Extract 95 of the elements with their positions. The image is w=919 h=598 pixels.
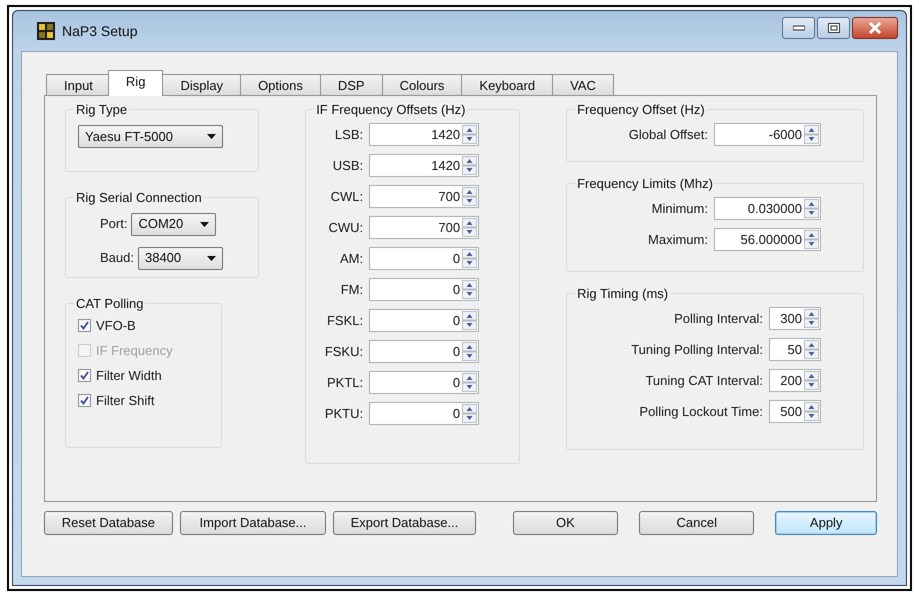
group-title: Frequency Limits (Mhz): [576, 176, 714, 191]
tab[interactable]: Rig: [108, 70, 164, 96]
spin-field[interactable]: 700: [369, 216, 480, 239]
group-title: Rig Serial Connection: [75, 190, 203, 205]
tab[interactable]: DSP: [320, 74, 383, 96]
spin-arrows-icon: [804, 125, 819, 144]
field-label: Polling Lockout Time:: [639, 402, 763, 421]
field-label: Polling Interval:: [674, 310, 763, 328]
spin-field[interactable]: 300: [768, 307, 821, 330]
field-label: FSKL:: [326, 312, 364, 330]
maximize-icon: [828, 23, 840, 33]
spin-arrows-icon: [462, 342, 478, 361]
spin-arrows-icon: [462, 249, 478, 268]
spin-arrows-icon: [462, 280, 478, 299]
field-label: PKTL:: [326, 374, 364, 392]
maximize-button[interactable]: [817, 17, 850, 39]
spin-arrows-icon: [462, 218, 478, 237]
field-label: CWU:: [328, 218, 364, 237]
checkbox-label: Filter Width: [96, 366, 162, 385]
button[interactable]: Cancel: [639, 511, 754, 535]
field-label: AM:: [340, 250, 364, 268]
spin-arrows-icon: [462, 125, 478, 144]
spin-arrows-icon: [804, 340, 819, 359]
group-title: IF Frequency Offsets (Hz): [315, 102, 466, 117]
tab[interactable]: Display: [162, 74, 242, 96]
spin-arrows-icon: [462, 404, 478, 423]
spin-field[interactable]: 0: [369, 247, 480, 270]
button[interactable]: OK: [512, 511, 618, 535]
spin-arrows-icon: [804, 309, 819, 328]
spin-arrows-icon: [462, 156, 478, 175]
spin-field[interactable]: 1420: [369, 123, 480, 146]
field-label: FM:: [340, 280, 364, 299]
field-label: Maximum:: [648, 230, 708, 249]
checkbox[interactable]: [78, 394, 91, 407]
field-label: FSKU:: [324, 342, 364, 361]
dropdown[interactable]: 38400: [138, 246, 223, 270]
tab[interactable]: Options: [240, 74, 321, 96]
dropdown[interactable]: Yaesu FT-5000: [78, 125, 223, 148]
group-title: Rig Timing (ms): [576, 286, 670, 301]
app-icon: [37, 22, 55, 40]
tab[interactable]: Keyboard: [461, 74, 554, 96]
spin-field[interactable]: 0: [369, 278, 480, 301]
spin-field[interactable]: 200: [768, 369, 821, 392]
caret-icon: [200, 222, 210, 226]
group-title: Frequency Offset (Hz): [576, 102, 706, 117]
spin-arrows-icon: [462, 311, 478, 330]
group-title: Rig Type: [75, 102, 128, 117]
checkbox-label: IF Frequency: [96, 342, 173, 360]
field-label: LSB:: [334, 126, 364, 144]
spin-field[interactable]: -6000: [714, 123, 821, 146]
checkbox[interactable]: [78, 369, 91, 382]
minimize-icon: [792, 25, 804, 31]
spin-field[interactable]: 0.030000: [714, 197, 821, 220]
tab[interactable]: Colours: [382, 74, 462, 96]
spin-field[interactable]: 0: [369, 309, 480, 332]
checkbox-label: Filter Shift: [96, 392, 155, 410]
field-label: Minimum:: [652, 200, 708, 218]
spin-arrows-icon: [462, 373, 478, 392]
field-label: Global Offset:: [628, 126, 708, 144]
spin-arrows-icon: [804, 402, 819, 421]
caret-icon: [206, 256, 216, 260]
field-label: Port:: [100, 215, 128, 234]
close-icon: [868, 22, 882, 34]
spin-field[interactable]: 1420: [369, 154, 480, 177]
field-label: Tuning Polling Interval:: [631, 340, 763, 359]
spin-field[interactable]: 0: [369, 340, 480, 363]
field-label: Baud:: [100, 249, 134, 268]
window-title: NaP3 Setup: [62, 22, 138, 41]
caret-icon: [207, 134, 216, 139]
button[interactable]: Export Database...: [333, 511, 476, 535]
spin-field[interactable]: 50: [768, 338, 821, 361]
button[interactable]: Apply: [775, 511, 877, 535]
spin-field[interactable]: 500: [768, 400, 821, 423]
tab[interactable]: VAC: [552, 74, 614, 96]
spin-field[interactable]: 0: [369, 402, 480, 425]
close-button[interactable]: [852, 17, 898, 39]
group-title: CAT Polling: [75, 296, 144, 311]
minimize-button[interactable]: [782, 17, 815, 39]
dropdown[interactable]: COM20: [131, 212, 216, 236]
spin-arrows-icon: [462, 187, 478, 206]
tab[interactable]: Input: [46, 74, 111, 96]
spin-field[interactable]: 56.000000: [714, 228, 821, 251]
spin-arrows-icon: [804, 230, 819, 249]
button[interactable]: Import Database...: [180, 511, 326, 535]
field-label: Tuning CAT Interval:: [645, 372, 763, 390]
field-label: PKTU:: [324, 404, 364, 423]
spin-field[interactable]: 700: [369, 185, 480, 208]
checkbox[interactable]: [78, 319, 91, 332]
spin-arrows-icon: [804, 371, 819, 390]
field-label: CWL:: [330, 188, 364, 206]
spin-arrows-icon: [804, 199, 819, 218]
spin-field[interactable]: 0: [369, 371, 480, 394]
field-label: USB:: [332, 156, 364, 175]
button[interactable]: Reset Database: [44, 511, 173, 535]
checkbox-label: VFO-B: [96, 316, 136, 335]
